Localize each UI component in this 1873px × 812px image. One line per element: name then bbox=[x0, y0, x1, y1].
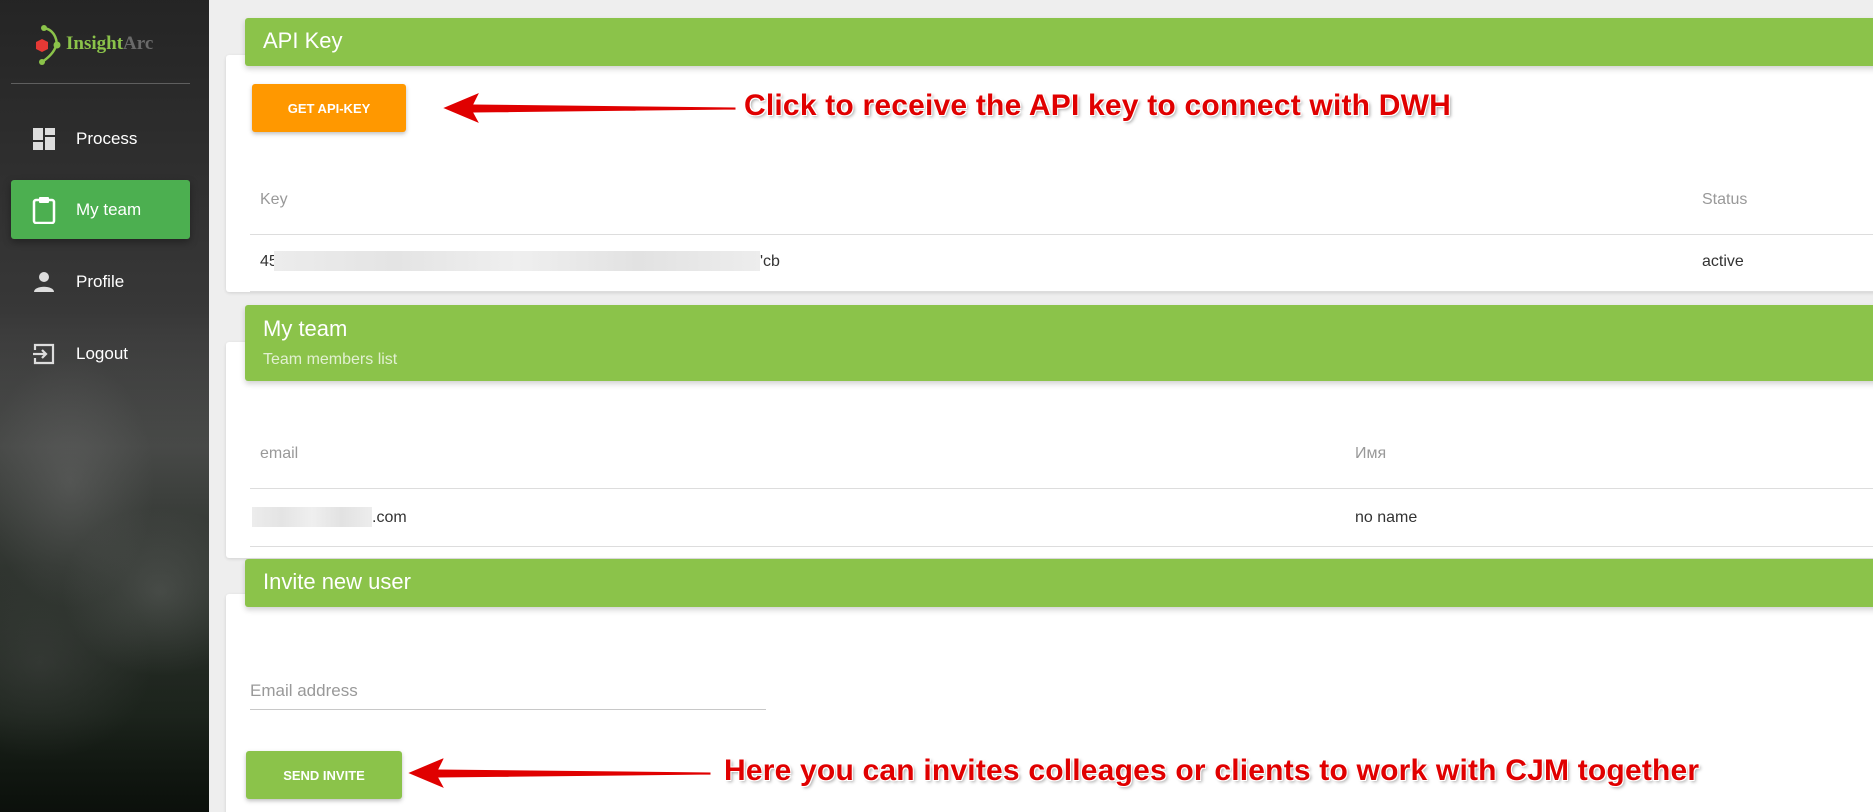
annotation-arrow-api bbox=[440, 91, 737, 126]
sidebar-item-label: Profile bbox=[76, 271, 125, 291]
team-member-email-end: .com bbox=[372, 509, 407, 526]
team-header: My team Team members list bbox=[245, 305, 1873, 381]
app-logo[interactable]: InsightArc bbox=[34, 22, 153, 66]
sidebar-item-label: Process bbox=[76, 128, 138, 148]
person-icon bbox=[30, 268, 58, 296]
annotation-api-key: Click to receive the API key to connect … bbox=[744, 89, 1451, 122]
api-key-column-key: Key bbox=[260, 191, 288, 208]
sidebar: InsightArc Process My team Profile Logou… bbox=[0, 0, 209, 812]
logo-text: InsightArc bbox=[66, 33, 154, 54]
exit-icon bbox=[30, 340, 58, 368]
logo-icon bbox=[34, 22, 64, 66]
invite-header: Invite new user bbox=[245, 559, 1873, 607]
api-key-column-status: Status bbox=[1702, 191, 1748, 208]
api-key-title: API Key bbox=[263, 28, 343, 53]
api-key-header: API Key bbox=[245, 18, 1873, 66]
sidebar-background-image bbox=[0, 332, 209, 812]
sidebar-item-profile[interactable]: Profile bbox=[11, 252, 190, 311]
invite-email-input[interactable] bbox=[250, 672, 766, 710]
redacted-key bbox=[274, 251, 760, 271]
invite-title: Invite new user bbox=[263, 569, 411, 594]
api-key-status: active bbox=[1702, 253, 1744, 270]
clipboard-icon bbox=[30, 196, 58, 224]
sidebar-item-label: Logout bbox=[76, 343, 128, 363]
redacted-email bbox=[252, 507, 372, 527]
table-divider bbox=[250, 546, 1873, 547]
sidebar-item-label: My team bbox=[76, 199, 142, 219]
annotation-invite: Here you can invites colleages or client… bbox=[724, 754, 1700, 787]
get-api-key-button[interactable]: GET API-KEY bbox=[252, 84, 406, 132]
send-invite-button[interactable]: SEND INVITE bbox=[246, 751, 402, 799]
table-divider bbox=[250, 234, 1873, 235]
team-member-name: no name bbox=[1355, 509, 1418, 526]
sidebar-divider bbox=[11, 83, 190, 84]
team-column-email: email bbox=[260, 445, 299, 462]
table-divider bbox=[250, 291, 1873, 292]
sidebar-item-process[interactable]: Process bbox=[11, 109, 190, 168]
sidebar-item-logout[interactable]: Logout bbox=[11, 324, 190, 383]
annotation-arrow-invite bbox=[405, 756, 712, 791]
sidebar-item-my-team[interactable]: My team bbox=[11, 180, 190, 239]
team-column-name: Имя bbox=[1355, 445, 1387, 462]
team-title: My team bbox=[263, 316, 348, 341]
api-key-value-end: 'cb bbox=[760, 253, 780, 270]
dashboard-icon bbox=[30, 125, 58, 153]
team-subtitle: Team members list bbox=[263, 351, 398, 368]
table-divider bbox=[250, 488, 1873, 489]
